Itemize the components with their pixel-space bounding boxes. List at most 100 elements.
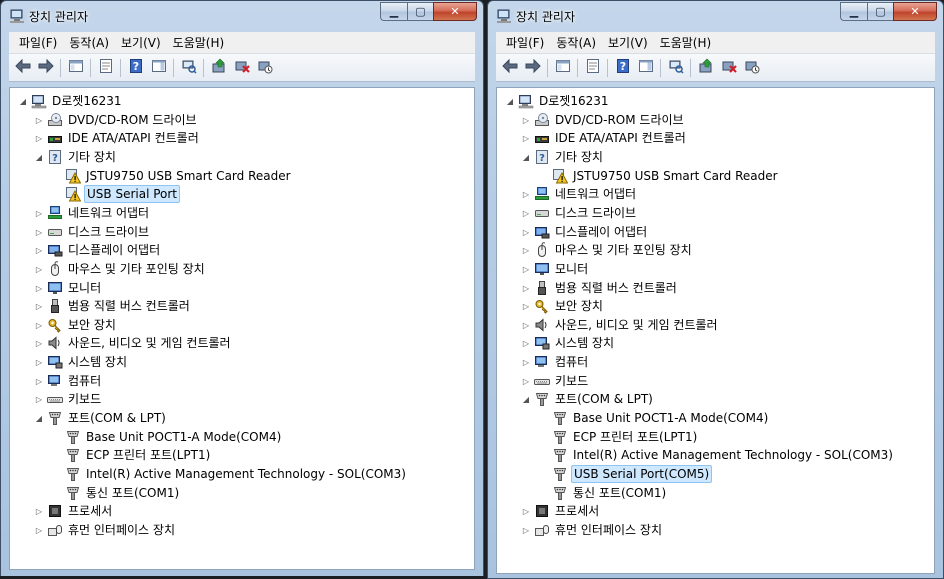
- device-tree[interactable]: ◢ D로젯16231 ▷ DVD/CD-ROM 드라이브 ▷ IDE ATA/ATAPI …: [9, 87, 475, 570]
- tree-item-device[interactable]: ECP 프린터 포트(LPT1): [52, 446, 212, 464]
- expand-arrow-icon[interactable]: ▷: [521, 283, 531, 293]
- expand-arrow-icon[interactable]: ▷: [521, 189, 531, 199]
- expand-arrow-icon[interactable]: ▷: [521, 338, 531, 348]
- menu-view[interactable]: 보기(V): [602, 33, 654, 53]
- tree-item-device[interactable]: JSTU9750 USB Smart Card Reader: [52, 167, 293, 185]
- expand-arrow-icon[interactable]: ▷: [34, 525, 44, 535]
- tree-item-device[interactable]: 통신 포트(COM1): [52, 484, 181, 502]
- device-tree[interactable]: ◢ D로젯16231 ▷ DVD/CD-ROM 드라이브 ▷ IDE ATA/ATAPI …: [496, 87, 935, 574]
- tree-item-device[interactable]: Base Unit POCT1-A Mode(COM4): [539, 409, 770, 427]
- update-driver-button[interactable]: [694, 57, 717, 79]
- expand-arrow-icon[interactable]: ▷: [521, 227, 531, 237]
- tree-item-category[interactable]: ▷ 디스크 드라이브: [521, 204, 638, 222]
- properties-button[interactable]: [94, 57, 117, 79]
- expand-arrow-icon[interactable]: ▷: [34, 208, 44, 218]
- expand-arrow-icon[interactable]: ▷: [34, 301, 44, 311]
- expand-arrow-icon[interactable]: ▷: [34, 357, 44, 367]
- collapse-arrow-icon[interactable]: ◢: [34, 152, 44, 162]
- update-driver-button[interactable]: [207, 57, 230, 79]
- menu-file[interactable]: 파일(F): [500, 33, 550, 53]
- show-hide-console-tree-button[interactable]: [64, 57, 87, 79]
- tree-item-device[interactable]: JSTU9750 USB Smart Card Reader: [539, 167, 780, 185]
- tree-item-category[interactable]: ▷ 컴퓨터: [34, 372, 103, 390]
- tree-item-category[interactable]: ▷ DVD/CD-ROM 드라이브: [34, 111, 199, 129]
- menu-action[interactable]: 동작(A): [63, 33, 115, 53]
- expand-arrow-icon[interactable]: ▷: [34, 264, 44, 274]
- expand-arrow-icon[interactable]: ▷: [521, 320, 531, 330]
- collapse-arrow-icon[interactable]: ◢: [521, 394, 531, 404]
- menu-file[interactable]: 파일(F): [13, 33, 63, 53]
- tree-item-category[interactable]: ▷ 보안 장치: [34, 316, 118, 334]
- uninstall-button[interactable]: [717, 57, 740, 79]
- tree-item-category[interactable]: ▷ 사운드, 비디오 및 게임 컨트롤러: [34, 334, 233, 352]
- menu-help[interactable]: 도움말(H): [654, 33, 718, 53]
- menu-help[interactable]: 도움말(H): [167, 33, 231, 53]
- tree-item-category[interactable]: ◢? 기타 장치: [521, 148, 605, 166]
- minimize-button[interactable]: ▁: [840, 2, 867, 21]
- expand-arrow-icon[interactable]: ▷: [521, 506, 531, 516]
- expand-arrow-icon[interactable]: ▷: [34, 338, 44, 348]
- expand-arrow-icon[interactable]: ▷: [34, 376, 44, 386]
- tree-item-device[interactable]: 통신 포트(COM1): [539, 484, 668, 502]
- tree-item-category[interactable]: ▷ 디스플레이 어댑터: [521, 223, 649, 241]
- tree-item-category[interactable]: ▷ IDE ATA/ATAPI 컨트롤러: [521, 129, 688, 147]
- tree-item-category[interactable]: ▷ 사운드, 비디오 및 게임 컨트롤러: [521, 316, 720, 334]
- collapse-arrow-icon[interactable]: ◢: [34, 413, 44, 423]
- tree-item-category[interactable]: ▷ 모니터: [34, 279, 103, 297]
- tree-item-category[interactable]: ▷ 컴퓨터: [521, 353, 590, 371]
- collapse-arrow-icon[interactable]: ◢: [521, 152, 531, 162]
- menu-action[interactable]: 동작(A): [550, 33, 602, 53]
- uninstall-button[interactable]: [230, 57, 253, 79]
- tree-item-computer[interactable]: ◢ D로젯16231: [18, 92, 124, 110]
- tree-item-device[interactable]: Intel(R) Active Management Technology - …: [539, 446, 895, 464]
- tree-item-category[interactable]: ◢ 포트(COM & LPT): [521, 390, 655, 408]
- expand-arrow-icon[interactable]: ▷: [521, 133, 531, 143]
- expand-arrow-icon[interactable]: ▷: [34, 245, 44, 255]
- expand-arrow-icon[interactable]: ▷: [521, 376, 531, 386]
- expand-arrow-icon[interactable]: ▷: [34, 394, 44, 404]
- disable-device-button[interactable]: [253, 57, 276, 79]
- tree-item-category[interactable]: ▷ 범용 직렬 버스 컨트롤러: [34, 297, 192, 315]
- expand-arrow-icon[interactable]: ▷: [34, 115, 44, 125]
- tree-item-category[interactable]: ▷ 시스템 장치: [34, 353, 129, 371]
- expand-arrow-icon[interactable]: ▷: [521, 357, 531, 367]
- tree-item-device[interactable]: ECP 프린터 포트(LPT1): [539, 428, 699, 446]
- tree-item-category[interactable]: ▷ 디스크 드라이브: [34, 223, 151, 241]
- tree-item-computer[interactable]: ◢ D로젯16231: [505, 92, 611, 110]
- back-arrow-button[interactable]: [11, 57, 34, 79]
- action-pane-button[interactable]: [634, 57, 657, 79]
- expand-arrow-icon[interactable]: ▷: [521, 208, 531, 218]
- tree-item-category[interactable]: ▷ 모니터: [521, 260, 590, 278]
- help-button[interactable]: ?: [611, 57, 634, 79]
- tree-item-category[interactable]: ▷ 마우스 및 기타 포인팅 장치: [34, 260, 207, 278]
- expand-arrow-icon[interactable]: ▷: [34, 227, 44, 237]
- tree-item-device[interactable]: Intel(R) Active Management Technology - …: [52, 465, 408, 483]
- back-arrow-button[interactable]: [498, 57, 521, 79]
- scan-hardware-button[interactable]: [177, 57, 200, 79]
- tree-item-category[interactable]: ▷ 프로세서: [521, 502, 601, 520]
- expand-arrow-icon[interactable]: ▷: [521, 301, 531, 311]
- maximize-button[interactable]: ▢: [867, 2, 893, 21]
- expand-arrow-icon[interactable]: ▷: [521, 264, 531, 274]
- title-bar[interactable]: 장치 관리자 ▁ ▢ ✕: [1, 1, 483, 31]
- expand-arrow-icon[interactable]: ▷: [521, 115, 531, 125]
- tree-item-device[interactable]: USB Serial Port(COM5): [539, 465, 713, 483]
- tree-item-category[interactable]: ▷ 마우스 및 기타 포인팅 장치: [521, 241, 694, 259]
- tree-item-category[interactable]: ▷ 네트워크 어댑터: [34, 204, 151, 222]
- tree-item-category[interactable]: ◢ 포트(COM & LPT): [34, 409, 168, 427]
- tree-item-category[interactable]: ▷ 프로세서: [34, 502, 114, 520]
- tree-item-device[interactable]: USB Serial Port: [52, 185, 181, 203]
- tree-item-category[interactable]: ▷ 휴먼 인터페이스 장치: [521, 521, 664, 539]
- scan-hardware-button[interactable]: [664, 57, 687, 79]
- tree-item-category[interactable]: ▷ 보안 장치: [521, 297, 605, 315]
- expand-arrow-icon[interactable]: ▷: [521, 245, 531, 255]
- expand-arrow-icon[interactable]: ▷: [34, 133, 44, 143]
- tree-item-category[interactable]: ▷ 디스플레이 어댑터: [34, 241, 162, 259]
- tree-item-category[interactable]: ▷ 시스템 장치: [521, 334, 616, 352]
- title-bar[interactable]: 장치 관리자 ▁ ▢ ✕: [488, 1, 943, 31]
- forward-arrow-button[interactable]: [34, 57, 57, 79]
- collapse-arrow-icon[interactable]: ◢: [18, 96, 28, 106]
- expand-arrow-icon[interactable]: ▷: [521, 525, 531, 535]
- expand-arrow-icon[interactable]: ▷: [34, 320, 44, 330]
- tree-item-category[interactable]: ▷ 키보드: [521, 372, 590, 390]
